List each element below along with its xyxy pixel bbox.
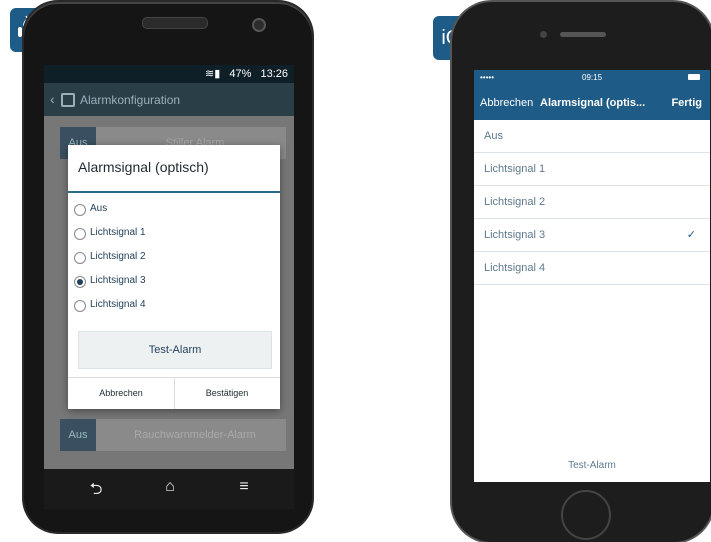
- option-lichtsignal-3[interactable]: Lichtsignal 3: [74, 271, 274, 293]
- option-label: Lichtsignal 1: [484, 163, 546, 175]
- signal-icon: •••••: [480, 73, 495, 82]
- battery-level: 47%: [229, 68, 252, 80]
- alarm-label: Rauchwarnmelder-Alarm: [134, 429, 256, 441]
- option-label: Lichtsignal 3: [90, 275, 146, 286]
- home-button[interactable]: [561, 490, 611, 540]
- option-label: Lichtsignal 2: [484, 196, 546, 208]
- option-label: Lichtsignal 1: [90, 227, 146, 238]
- android-screen: ≋▮ 47% 13:26 ‹ Alarmkonfiguration Aus St…: [44, 65, 294, 469]
- alarm-signal-dialog: Alarmsignal (optisch) Aus Lichtsignal 1 …: [68, 145, 280, 409]
- option-aus[interactable]: Aus: [474, 120, 710, 153]
- front-camera: [540, 31, 547, 38]
- back-chevron-icon[interactable]: ‹: [50, 91, 55, 107]
- option-lichtsignal-2[interactable]: Lichtsignal 2: [474, 186, 710, 219]
- option-lichtsignal-4[interactable]: Lichtsignal 4: [74, 295, 274, 317]
- ios-screen: ••••• 09:15 Abbrechen Alarmsignal (optis…: [474, 70, 710, 482]
- status-bar: ••••• 09:15: [474, 70, 710, 86]
- dialog-title: Alarmsignal (optisch): [78, 159, 209, 175]
- option-label: Lichtsignal 4: [484, 262, 546, 274]
- option-lichtsignal-4[interactable]: Lichtsignal 4: [474, 252, 710, 285]
- option-label: Aus: [484, 130, 503, 142]
- dialog-divider: [68, 191, 280, 193]
- radio-button[interactable]: [74, 204, 86, 216]
- option-label: Aus: [90, 203, 108, 214]
- android-nav-bar: ⮌ ⌂ ≡: [44, 469, 294, 509]
- option-lichtsignal-3[interactable]: Lichtsignal 3 ✓: [474, 219, 710, 252]
- navigation-bar: Abbrechen Alarmsignal (optis... Fertig: [474, 86, 710, 120]
- menu-icon[interactable]: ≡: [230, 478, 258, 498]
- radio-button[interactable]: [74, 300, 86, 312]
- option-label: Lichtsignal 4: [90, 299, 146, 310]
- cancel-button[interactable]: Abbrechen: [480, 97, 533, 109]
- option-aus[interactable]: Aus: [74, 199, 274, 221]
- confirm-button[interactable]: Bestätigen: [174, 378, 280, 409]
- back-icon[interactable]: ⮌: [82, 478, 110, 498]
- option-lichtsignal-1[interactable]: Lichtsignal 1: [474, 153, 710, 186]
- app-bar: ‹ Alarmkonfiguration: [44, 83, 294, 116]
- status-time: 09:15: [582, 73, 603, 82]
- nav-title: Alarmsignal (optis...: [540, 97, 646, 109]
- signal-icon: ≋▮: [205, 68, 221, 80]
- home-icon[interactable]: ⌂: [156, 478, 184, 498]
- iphone: ••••• 09:15 Abbrechen Alarmsignal (optis…: [452, 2, 711, 542]
- front-camera: [252, 18, 266, 32]
- option-lichtsignal-2[interactable]: Lichtsignal 2: [74, 247, 274, 269]
- battery-icon: [688, 74, 700, 80]
- radio-button[interactable]: [74, 252, 86, 264]
- test-alarm-button[interactable]: Test-Alarm: [474, 460, 710, 471]
- cancel-button[interactable]: Abbrechen: [68, 378, 174, 409]
- option-lichtsignal-1[interactable]: Lichtsignal 1: [74, 223, 274, 245]
- option-label: Lichtsignal 3: [484, 229, 546, 241]
- option-label: Lichtsignal 2: [90, 251, 146, 262]
- app-icon: [61, 93, 75, 107]
- radio-button-selected[interactable]: [74, 276, 86, 288]
- app-title: Alarmkonfiguration: [80, 93, 181, 107]
- test-alarm-button[interactable]: Test-Alarm: [78, 331, 272, 369]
- status-bar: ≋▮ 47% 13:26: [44, 65, 294, 83]
- checkmark-icon: ✓: [686, 229, 696, 241]
- android-phone: ≋▮ 47% 13:26 ‹ Alarmkonfiguration Aus St…: [24, 2, 312, 532]
- status-time: 13:26: [260, 68, 288, 80]
- status-badge: Aus: [60, 419, 96, 451]
- done-button[interactable]: Fertig: [671, 97, 702, 109]
- speaker-grille: [560, 32, 606, 37]
- speaker-grille: [142, 17, 208, 29]
- alarm-row-rauch[interactable]: Aus Rauchwarnmelder-Alarm: [60, 419, 286, 451]
- radio-button[interactable]: [74, 228, 86, 240]
